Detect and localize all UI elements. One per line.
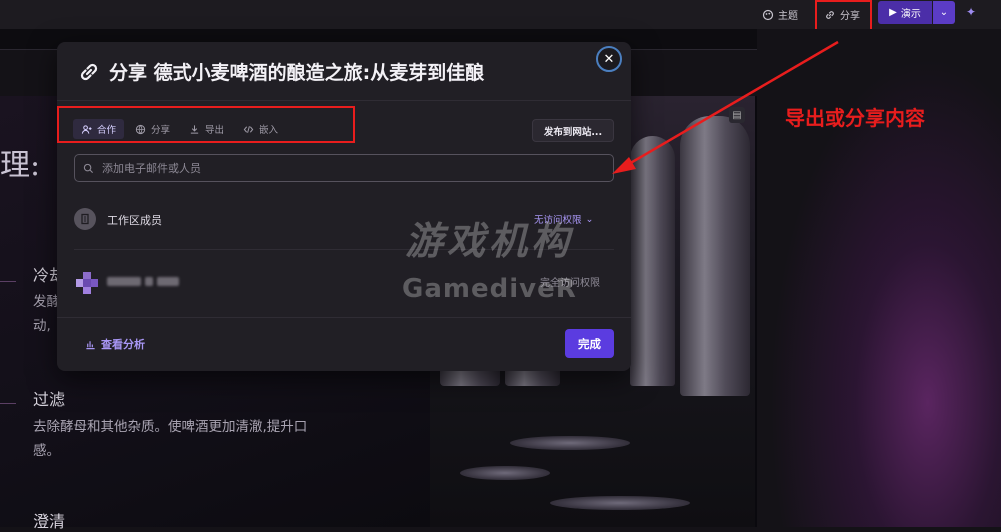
annotation-arrow	[612, 40, 839, 174]
